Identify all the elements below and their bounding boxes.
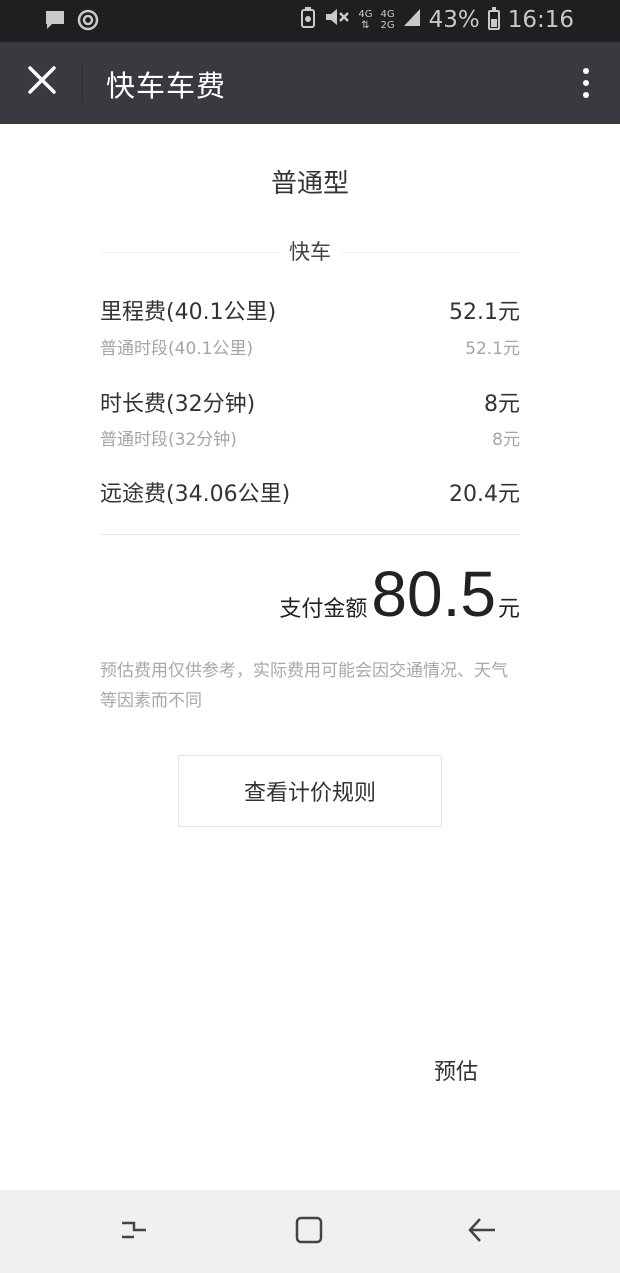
- page-title: 快车车费: [106, 69, 227, 103]
- close-icon: [27, 65, 57, 99]
- status-bar-notifications: [44, 8, 100, 36]
- fee-row-mileage: 里程费(40.1公里) 52.1元: [100, 294, 520, 326]
- signal-icon: [403, 7, 421, 33]
- clock: 16:16: [507, 7, 574, 33]
- network-indicator-1: 4G ⇅: [358, 9, 372, 31]
- more-dot: [583, 92, 589, 98]
- back-button[interactable]: [460, 1210, 504, 1254]
- data-arrows-icon: ⇅: [361, 20, 370, 31]
- total-unit: 元: [497, 597, 520, 622]
- status-bar: 4G ⇅ 4G 2G 43% 16:16: [0, 0, 620, 42]
- more-dot: [583, 68, 589, 74]
- network-type-label: 4G: [358, 9, 373, 20]
- disclaimer-text: 预估费用仅供参考，实际费用可能会因交通情况、天气等因素而不同: [100, 661, 508, 711]
- close-button[interactable]: [22, 62, 62, 102]
- total-divider: [100, 534, 520, 535]
- recent-apps-button[interactable]: [112, 1210, 156, 1254]
- total-amount: 80.5: [371, 558, 496, 630]
- fee-row-duration: 时长费(32分钟) 8元: [100, 386, 520, 418]
- sync-icon: [76, 8, 100, 36]
- fee-sub-value: 8元: [492, 430, 520, 450]
- fee-label: 时长费(32分钟): [100, 392, 256, 417]
- network-type-label-3: 2G: [380, 20, 395, 31]
- fee-subrow-duration: 普通时段(32分钟) 8元: [100, 425, 520, 450]
- home-button[interactable]: [287, 1210, 331, 1254]
- network-type-label-2: 4G: [380, 9, 395, 20]
- view-pricing-rules-button[interactable]: 查看计价规则: [178, 755, 442, 827]
- battery-saver-icon: [300, 6, 316, 34]
- home-icon: [293, 1214, 325, 1250]
- fee-value: 8元: [484, 392, 520, 417]
- total-label: 支付金额: [279, 597, 368, 622]
- section-label: 快车: [100, 236, 520, 268]
- header-divider: [82, 64, 83, 102]
- mute-icon: [324, 6, 350, 34]
- estimate-label: 预估: [434, 1060, 479, 1085]
- fee-sub-label: 普通时段(40.1公里): [100, 339, 254, 359]
- battery-icon: [487, 7, 500, 30]
- recent-apps-icon: [118, 1214, 150, 1250]
- fee-value: 20.4元: [449, 482, 520, 507]
- status-bar-system: 4G ⇅ 4G 2G 43% 16:16: [300, 6, 574, 34]
- navigation-bar: [0, 1190, 620, 1273]
- fee-sub-value: 52.1元: [465, 339, 520, 359]
- fee-row-long-distance: 远途费(34.06公里) 20.4元: [100, 476, 520, 508]
- more-options-button[interactable]: [578, 62, 594, 104]
- message-icon: [44, 9, 66, 35]
- total-amount-row: 支付金额 80.5 元: [279, 562, 520, 626]
- car-type-title: 普通型: [270, 169, 349, 199]
- fee-sub-label: 普通时段(32分钟): [100, 430, 237, 450]
- section-label-text: 快车: [279, 240, 341, 264]
- fee-label: 远途费(34.06公里): [100, 482, 291, 507]
- more-dot: [583, 80, 589, 86]
- battery-percentage: 43%: [428, 7, 480, 33]
- app-header: 快车车费: [0, 42, 620, 124]
- fee-subrow-mileage: 普通时段(40.1公里) 52.1元: [100, 334, 520, 359]
- network-indicator-2: 4G 2G: [380, 9, 394, 31]
- fee-value: 52.1元: [449, 300, 520, 325]
- back-icon: [466, 1214, 498, 1250]
- fee-label: 里程费(40.1公里): [100, 300, 277, 325]
